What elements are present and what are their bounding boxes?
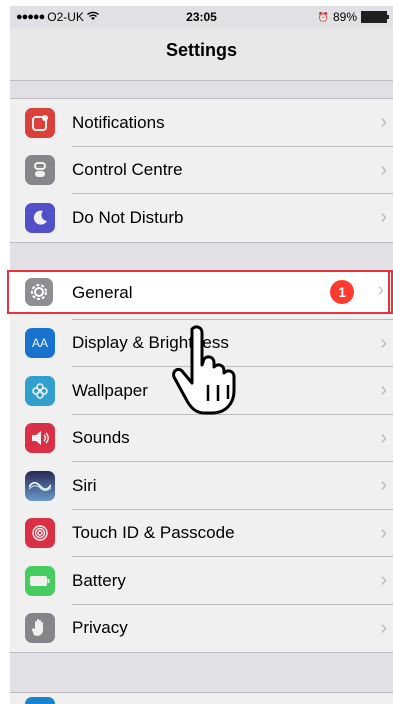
fingerprint-icon bbox=[25, 518, 55, 549]
notifications-icon bbox=[25, 107, 55, 138]
chevron-right-icon: › bbox=[380, 616, 387, 639]
row-label: Wallpaper bbox=[72, 380, 148, 400]
chevron-right-icon: › bbox=[380, 426, 387, 449]
settings-row-touch-id[interactable]: Touch ID & Passcode › bbox=[10, 510, 393, 557]
battery-level-icon bbox=[361, 11, 389, 23]
notification-badge: 1 bbox=[330, 280, 354, 304]
chevron-right-icon: › bbox=[380, 111, 387, 134]
chevron-right-icon: › bbox=[380, 158, 387, 181]
highlighted-general-row[interactable]: General 1 › bbox=[9, 272, 388, 312]
status-bar: ●●●●● O2-UK 23:05 ⏰ 89% bbox=[10, 6, 393, 28]
row-label: General bbox=[72, 283, 133, 302]
display-icon: AA bbox=[25, 328, 55, 359]
chevron-right-icon: › bbox=[380, 206, 387, 229]
row-label: Privacy bbox=[72, 618, 128, 638]
row-label: Touch ID & Passcode bbox=[72, 523, 235, 543]
row-label: Sounds bbox=[72, 428, 130, 448]
settings-row-control-centre[interactable]: Control Centre › bbox=[10, 147, 393, 194]
siri-icon bbox=[25, 470, 55, 501]
row-label: Control Centre bbox=[72, 160, 183, 180]
settings-group-1: Notifications › Control Centre › Do Not … bbox=[10, 98, 393, 243]
navigation-bar: Settings bbox=[10, 28, 393, 81]
control-centre-icon bbox=[25, 155, 55, 186]
moon-icon bbox=[25, 202, 55, 233]
settings-row-do-not-disturb[interactable]: Do Not Disturb › bbox=[10, 194, 393, 242]
chevron-right-icon: › bbox=[380, 331, 387, 354]
settings-row-siri[interactable]: Siri › bbox=[10, 462, 393, 510]
hand-icon bbox=[25, 613, 55, 644]
row-label: Siri bbox=[72, 475, 97, 495]
app-store-icon bbox=[25, 697, 55, 704]
row-label: Notifications bbox=[72, 112, 165, 132]
chevron-right-icon: › bbox=[380, 474, 387, 497]
chevron-right-icon: › bbox=[377, 279, 384, 301]
chevron-right-icon: › bbox=[380, 521, 387, 544]
speaker-icon bbox=[25, 423, 55, 454]
battery-icon bbox=[25, 565, 55, 596]
wallpaper-icon bbox=[25, 375, 55, 406]
alarm-icon: ⏰ bbox=[317, 11, 329, 22]
row-label: Do Not Disturb bbox=[72, 207, 184, 227]
battery-percent: 89% bbox=[332, 10, 357, 24]
settings-row-notifications[interactable]: Notifications › bbox=[10, 99, 393, 147]
hand-pointer-cursor-icon bbox=[170, 325, 246, 422]
page-title: Settings bbox=[165, 40, 237, 60]
gear-icon bbox=[25, 278, 53, 306]
chevron-right-icon: › bbox=[380, 569, 387, 592]
settings-row-battery[interactable]: Battery › bbox=[10, 557, 393, 605]
row-label: Battery bbox=[72, 570, 126, 590]
settings-group-3-partial bbox=[10, 692, 393, 704]
settings-row-privacy[interactable]: Privacy › bbox=[10, 605, 393, 653]
chevron-right-icon: › bbox=[380, 379, 387, 402]
